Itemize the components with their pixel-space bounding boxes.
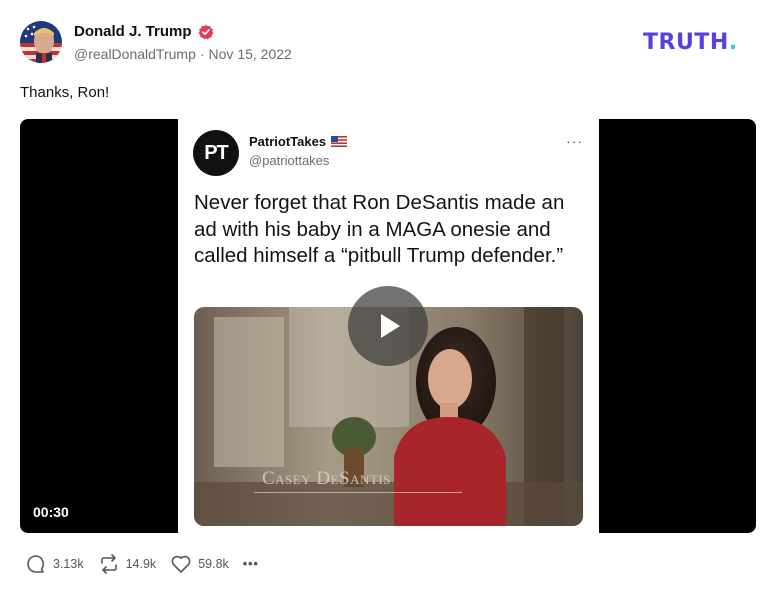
post-actions: 3.13k 14.9k 59.8k ••• xyxy=(25,553,273,575)
post-date[interactable]: Nov 15, 2022 xyxy=(209,46,292,62)
embedded-tweet-handle: @patriottakes xyxy=(249,153,330,168)
video-player[interactable]: PT PatriotTakes @patriottakes ··· Never … xyxy=(20,119,756,533)
play-icon xyxy=(381,314,400,338)
verified-badge-icon xyxy=(198,24,213,39)
more-options-icon: ••• xyxy=(242,557,259,571)
post-text: Thanks, Ron! xyxy=(20,84,110,101)
reply-button[interactable]: 3.13k xyxy=(25,553,84,575)
play-button[interactable] xyxy=(348,286,428,366)
embedded-tweet-avatar: PT xyxy=(193,130,239,176)
author-avatar[interactable] xyxy=(20,21,62,63)
meta-separator: · xyxy=(199,46,205,62)
more-options-button[interactable]: ••• xyxy=(243,557,259,571)
author-handle[interactable]: @realDonaldTrump xyxy=(74,46,196,62)
like-count: 59.8k xyxy=(198,557,229,571)
clip-caption: Casey DeSantis xyxy=(262,468,391,489)
embedded-tweet-name-row: PatriotTakes xyxy=(249,134,348,149)
logo-text: TRUTH xyxy=(643,30,729,55)
video-duration: 00:30 xyxy=(33,504,69,520)
truth-logo[interactable]: TRUTH. xyxy=(643,30,738,55)
author-name[interactable]: Donald J. Trump xyxy=(74,23,192,40)
truth-post: Donald J. Trump @realDonaldTrump · Nov 1… xyxy=(0,0,777,596)
embedded-tweet-more-icon: ··· xyxy=(566,133,583,149)
reply-icon xyxy=(27,555,45,573)
like-button[interactable]: 59.8k xyxy=(170,553,229,575)
embedded-tweet-text: Never forget that Ron DeSantis made an a… xyxy=(194,191,565,267)
logo-dot: . xyxy=(728,30,738,55)
caption-underline xyxy=(254,492,462,493)
retruth-button[interactable]: 14.9k xyxy=(98,553,157,575)
author-name-row: Donald J. Trump xyxy=(74,23,214,40)
reply-count: 3.13k xyxy=(53,557,84,571)
retruth-count: 14.9k xyxy=(125,557,157,571)
retruth-icon xyxy=(100,554,117,574)
heart-icon xyxy=(171,555,191,573)
post-meta: @realDonaldTrump · Nov 15, 2022 xyxy=(74,46,292,62)
embedded-tweet-name: PatriotTakes xyxy=(249,134,327,149)
us-flag-icon xyxy=(331,136,348,147)
